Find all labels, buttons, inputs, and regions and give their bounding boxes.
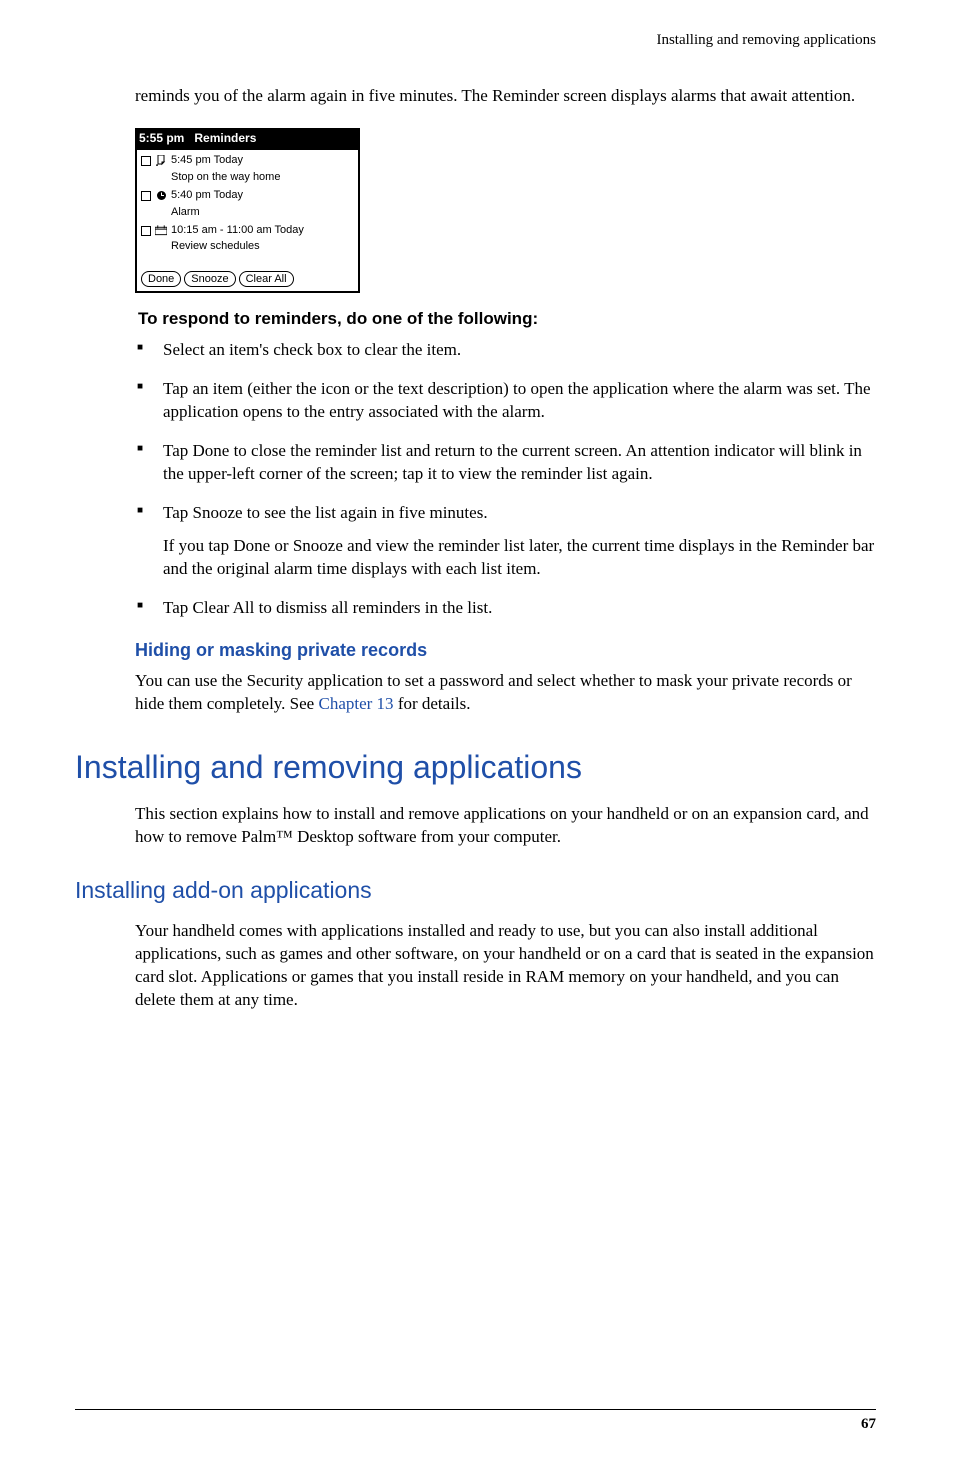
checkbox-icon (141, 191, 151, 201)
reminder-time: 10:15 am - 11:00 am Today (171, 224, 304, 238)
chapter-link[interactable]: Chapter 13 (318, 694, 393, 713)
section-heading: Installing and removing applications (75, 746, 876, 789)
section-intro: This section explains how to install and… (135, 803, 876, 849)
subsection-heading: Hiding or masking private records (135, 638, 876, 662)
task-heading: To respond to reminders, do one of the f… (138, 308, 876, 331)
list-item: Tap an item (either the icon or the text… (135, 378, 876, 424)
list-item: Tap Done to close the reminder list and … (135, 440, 876, 486)
reminder-desc: Review schedules (171, 239, 352, 254)
screenshot-time: 5:55 pm (139, 131, 184, 145)
page-footer: 67 (75, 1409, 876, 1434)
clear-all-button: Clear All (239, 271, 294, 288)
reminder-desc: Stop on the way home (171, 170, 352, 185)
hiding-paragraph: You can use the Security application to … (135, 670, 876, 716)
instruction-list: Select an item's check box to clear the … (135, 339, 876, 619)
subsection-heading: Installing add-on applications (75, 875, 876, 906)
running-header: Installing and removing applications (75, 30, 876, 50)
list-item: Tap Snooze to see the list again in five… (135, 502, 876, 581)
snooze-button: Snooze (184, 271, 235, 288)
reminder-time: 5:40 pm Today (171, 189, 243, 203)
list-item: Tap Clear All to dismiss all reminders i… (135, 597, 876, 620)
addon-paragraph: Your handheld comes with applications in… (135, 920, 876, 1012)
intro-paragraph: reminds you of the alarm again in five m… (135, 85, 876, 108)
done-button: Done (141, 271, 181, 288)
list-item: Select an item's check box to clear the … (135, 339, 876, 362)
reminder-item: 5:40 pm Today (141, 189, 352, 203)
clock-icon (155, 190, 167, 201)
screenshot-title-text: Reminders (194, 131, 256, 145)
reminder-time: 5:45 pm Today (171, 154, 243, 168)
page-number: 67 (861, 1416, 876, 1432)
reminder-item: 10:15 am - 11:00 am Today (141, 224, 352, 238)
reminders-screenshot: 5:55 pm Reminders 5:45 pm Today Stop on … (135, 128, 360, 293)
reminder-item: 5:45 pm Today (141, 154, 352, 168)
calendar-icon (155, 225, 167, 236)
list-sub-paragraph: If you tap Done or Snooze and view the r… (163, 535, 876, 581)
note-icon (155, 155, 167, 166)
reminder-desc: Alarm (171, 205, 352, 220)
checkbox-icon (141, 156, 151, 166)
checkbox-icon (141, 226, 151, 236)
